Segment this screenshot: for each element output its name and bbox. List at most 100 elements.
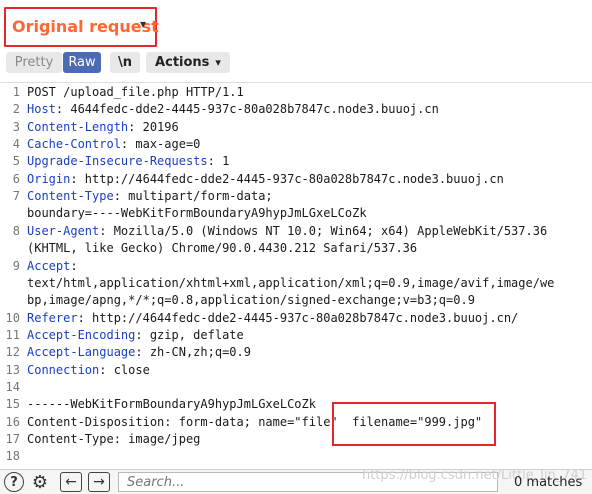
line-number: 4 bbox=[12, 137, 20, 152]
header-value: : 1 bbox=[207, 154, 230, 169]
line-number: 15 bbox=[5, 397, 20, 412]
line-number: 8 bbox=[12, 223, 20, 238]
raw-request-editor[interactable]: 1 POST /upload_file.php HTTP/1.1 2 Host: 46… bbox=[0, 82, 592, 470]
back-arrow-icon[interactable]: ← bbox=[60, 472, 82, 492]
matches-count: 0 matches bbox=[514, 475, 583, 490]
request-line-text: Content-Type: multipart/form-data; bbox=[27, 188, 273, 205]
line-number: 7 bbox=[12, 189, 20, 204]
request-line: (KHTML, like Gecko) Chrome/90.0.4430.212… bbox=[0, 240, 592, 257]
request-line: 4 Cache-Control: max-age=0 bbox=[0, 136, 592, 153]
request-line-text: Accept-Language: zh-CN,zh;q=0.9 bbox=[27, 344, 251, 361]
line-number: 2 bbox=[12, 102, 20, 117]
header-value: : close bbox=[99, 362, 150, 377]
header-key: Accept-Language bbox=[27, 345, 136, 360]
request-line: 13 Connection: close bbox=[0, 362, 592, 379]
request-line-text: bp,image/apng,*/*;q=0.8,application/sign… bbox=[27, 292, 475, 309]
line-number: 11 bbox=[5, 327, 20, 342]
header-value: : http://4644fedc-dde2-4445-937c-80a028b… bbox=[70, 171, 504, 186]
line-number: 9 bbox=[12, 258, 20, 273]
header-value: (KHTML, like Gecko) Chrome/90.0.4430.212… bbox=[27, 241, 418, 256]
request-line: 3 Content-Length: 20196 bbox=[0, 119, 592, 136]
line-number: 10 bbox=[5, 310, 20, 325]
line-number: 5 bbox=[12, 154, 20, 169]
header-value: : Mozilla/5.0 (Windows NT 10.0; Win64; x… bbox=[99, 223, 548, 238]
header-key: Host bbox=[27, 102, 56, 117]
request-line-text: boundary=----WebKitFormBoundaryA9hypJmLG… bbox=[27, 205, 367, 222]
request-line-text: Content-Type: image/jpeg bbox=[27, 431, 200, 448]
request-line-text: Connection: close bbox=[27, 362, 150, 379]
request-line-text: Host: 4644fedc-dde2-4445-937c-80a028b784… bbox=[27, 101, 439, 118]
header-key: Accept bbox=[27, 258, 71, 273]
request-line: 18 bbox=[0, 448, 592, 465]
actions-label: Actions bbox=[155, 55, 210, 70]
request-line: 2 Host: 4644fedc-dde2-4445-937c-80a028b78… bbox=[0, 101, 592, 118]
forward-arrow-icon[interactable]: → bbox=[88, 472, 110, 492]
request-line-text: Accept: bbox=[27, 258, 78, 275]
message-header: Original request ▾ bbox=[0, 0, 592, 48]
line-number: 18 bbox=[5, 449, 20, 464]
request-line: 15 ------WebKitFormBoundaryA9hypJmLGxeLCo… bbox=[0, 396, 592, 413]
newline-toggle-button[interactable]: \n bbox=[110, 52, 140, 73]
header-key: Origin bbox=[27, 171, 71, 186]
header-value: : http://4644fedc-dde2-4445-937c-80a028b… bbox=[77, 310, 519, 325]
header-value: text/html,application/xhtml+xml,applicat… bbox=[27, 275, 555, 290]
line-number: 1 bbox=[12, 85, 20, 99]
request-line-text: Content-Length: 20196 bbox=[27, 119, 179, 136]
line-number: 3 bbox=[12, 119, 20, 134]
request-line-text: User-Agent: Mozilla/5.0 (Windows NT 10.0… bbox=[27, 223, 547, 240]
request-line-text: Accept-Encoding: gzip, deflate bbox=[27, 327, 244, 344]
header-key: Upgrade-Insecure-Requests bbox=[27, 154, 208, 169]
header-key: Content-Type bbox=[27, 189, 114, 204]
request-line: text/html,application/xhtml+xml,applicat… bbox=[0, 275, 592, 292]
line-number: 16 bbox=[5, 414, 20, 429]
chevron-down-icon: ▾ bbox=[215, 56, 221, 69]
request-line: 12 Accept-Language: zh-CN,zh;q=0.9 bbox=[0, 344, 592, 361]
request-line-text: Cache-Control: max-age=0 bbox=[27, 136, 200, 153]
request-line-text: Origin: http://4644fedc-dde2-4445-937c-8… bbox=[27, 171, 504, 188]
request-line-text: POST /upload_file.php HTTP/1.1 bbox=[27, 84, 244, 101]
header-key: Connection bbox=[27, 362, 100, 377]
gear-icon[interactable]: ⚙ bbox=[30, 472, 50, 493]
header-value: ------WebKitFormBoundaryA9hypJmLGxeLCoZk bbox=[27, 397, 316, 412]
request-line: 16 Content-Disposition: form-data; name="… bbox=[0, 414, 592, 431]
request-line: 1 POST /upload_file.php HTTP/1.1 bbox=[0, 84, 592, 101]
help-icon[interactable]: ? bbox=[4, 472, 24, 492]
chevron-down-icon[interactable]: ▾ bbox=[140, 17, 146, 31]
header-key: Content-Length bbox=[27, 119, 129, 134]
line-number: 17 bbox=[5, 432, 20, 446]
header-value: boundary=----WebKitFormBoundaryA9hypJmLG… bbox=[27, 206, 367, 221]
request-line: 14 bbox=[0, 379, 592, 396]
request-line: boundary=----WebKitFormBoundaryA9hypJmLG… bbox=[0, 205, 592, 222]
request-line: bp,image/apng,*/*;q=0.8,application/sign… bbox=[0, 292, 592, 309]
header-value: POST /upload_file.php HTTP/1.1 bbox=[27, 85, 244, 99]
request-line: 6 Origin: http://4644fedc-dde2-4445-937c-… bbox=[0, 171, 592, 188]
filename-highlight-box bbox=[332, 402, 496, 446]
header-value: : max-age=0 bbox=[120, 137, 201, 152]
header-key: Referer bbox=[27, 310, 78, 325]
request-line: 9 Accept: bbox=[0, 258, 592, 275]
line-number: 12 bbox=[5, 345, 20, 360]
request-line-text: Upgrade-Insecure-Requests: 1 bbox=[27, 153, 229, 170]
pretty-tab[interactable]: Pretty bbox=[6, 52, 62, 73]
request-line: 11 Accept-Encoding: gzip, deflate bbox=[0, 327, 592, 344]
header-value: : zh-CN,zh;q=0.9 bbox=[135, 345, 251, 360]
header-value: : 4644fedc-dde2-4445-937c-80a028b7847c.n… bbox=[55, 102, 439, 117]
header-value: bp,image/apng,*/*;q=0.8,application/sign… bbox=[27, 293, 475, 308]
header-value: : multipart/form-data; bbox=[113, 189, 273, 204]
header-value: : gzip, deflate bbox=[135, 327, 244, 342]
request-line: 17 Content-Type: image/jpeg bbox=[0, 431, 592, 448]
line-number: 13 bbox=[5, 362, 20, 377]
request-line-text: Referer: http://4644fedc-dde2-4445-937c-… bbox=[27, 310, 518, 327]
line-number: 6 bbox=[12, 171, 20, 186]
request-line: 7 Content-Type: multipart/form-data; bbox=[0, 188, 592, 205]
request-line: 8 User-Agent: Mozilla/5.0 (Windows NT 10.… bbox=[0, 223, 592, 240]
raw-tab[interactable]: Raw bbox=[63, 52, 101, 73]
actions-dropdown[interactable]: Actions ▾ bbox=[146, 52, 230, 73]
request-line: 10 Referer: http://4644fedc-dde2-4445-937… bbox=[0, 310, 592, 327]
request-line-text: text/html,application/xhtml+xml,applicat… bbox=[27, 275, 554, 292]
panel-title[interactable]: Original request bbox=[12, 17, 159, 36]
header-key: Cache-Control bbox=[27, 137, 121, 152]
request-line-text: (KHTML, like Gecko) Chrome/90.0.4430.212… bbox=[27, 240, 417, 257]
header-key: Accept-Encoding bbox=[27, 327, 136, 342]
request-line: 5 Upgrade-Insecure-Requests: 1 bbox=[0, 153, 592, 170]
